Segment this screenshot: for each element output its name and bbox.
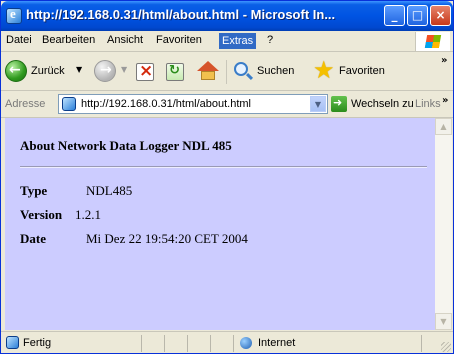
- info-value: Mi Dez 22 19:54:20 CET 2004: [86, 231, 248, 246]
- home-icon-base: [201, 71, 215, 80]
- minimize-button[interactable]: _: [384, 5, 405, 26]
- info-value: NDL485: [86, 183, 133, 198]
- menu-extras[interactable]: Extras: [219, 33, 257, 49]
- status-separator: [187, 335, 188, 352]
- search-icon[interactable]: [234, 62, 248, 76]
- title-bar[interactable]: http://192.168.0.31/html/about.html - Mi…: [1, 1, 453, 31]
- maximize-button[interactable]: □: [407, 5, 428, 26]
- back-dropdown-icon[interactable]: ▼: [76, 65, 82, 74]
- go-button-label[interactable]: Wechseln zu: [351, 98, 414, 110]
- status-separator: [141, 335, 142, 352]
- status-separator: [421, 335, 422, 352]
- info-key: Type: [20, 183, 48, 198]
- browser-window: http://192.168.0.31/html/about.html - Mi…: [0, 0, 454, 354]
- favorites-button-label[interactable]: Favoriten: [339, 65, 385, 77]
- info-key: Date: [20, 231, 46, 246]
- address-label: Adresse: [5, 98, 46, 110]
- toolbar: ← Zurück ▼ → ▼ Suchen ★ Favoriten »: [1, 52, 453, 91]
- internet-zone-globe-icon: [240, 337, 252, 349]
- status-separator: [233, 335, 234, 352]
- vertical-scrollbar[interactable]: ▲ ▼: [435, 118, 452, 330]
- address-url[interactable]: http://192.168.0.31/html/about.html: [81, 98, 251, 110]
- info-key: Version: [20, 207, 63, 222]
- refresh-icon[interactable]: [166, 63, 184, 81]
- go-arrow-icon[interactable]: [331, 96, 347, 112]
- menu-datei[interactable]: Datei: [6, 34, 32, 46]
- status-text: Fertig: [23, 337, 52, 349]
- address-input[interactable]: http://192.168.0.31/html/about.html ▼: [58, 94, 328, 114]
- favorites-star-icon[interactable]: ★: [313, 56, 335, 84]
- forward-dropdown-icon[interactable]: ▼: [121, 65, 127, 74]
- back-button-label[interactable]: Zurück: [31, 65, 65, 77]
- info-row-type: Type NDL485: [20, 183, 132, 199]
- page-content: About Network Data Logger NDL 485 Type N…: [5, 118, 435, 330]
- status-separator: [210, 335, 211, 352]
- scroll-down-icon[interactable]: ▼: [435, 313, 452, 330]
- close-button[interactable]: ×: [430, 5, 451, 26]
- toolbar-more-chevron-icon[interactable]: »: [441, 55, 447, 66]
- status-bar: Fertig Internet: [1, 331, 453, 353]
- status-separator: [164, 335, 165, 352]
- security-zone-label: Internet: [258, 337, 296, 349]
- info-value: 1.2.1: [75, 207, 101, 222]
- toolbar-separator: [226, 60, 227, 84]
- address-dropdown-icon[interactable]: ▼: [310, 96, 326, 112]
- back-arrow-icon[interactable]: ←: [5, 60, 27, 82]
- info-row-version: Version 1.2.1: [20, 207, 101, 223]
- info-row-date: Date Mi Dez 22 19:54:20 CET 2004: [20, 231, 248, 247]
- menu-ansicht[interactable]: Ansicht: [107, 34, 143, 46]
- scroll-up-icon[interactable]: ▲: [435, 118, 452, 135]
- home-icon[interactable]: [197, 61, 219, 71]
- page-icon: [62, 97, 76, 111]
- resize-grip-icon[interactable]: [441, 342, 451, 352]
- forward-arrow-icon[interactable]: →: [94, 60, 116, 82]
- menu-bar: Datei Bearbeiten Ansicht Favoriten Extra…: [1, 31, 453, 52]
- page-done-icon: [6, 336, 19, 349]
- horizontal-rule: [20, 166, 427, 168]
- window-title: http://192.168.0.31/html/about.html - Mi…: [26, 7, 336, 22]
- menu-favoriten[interactable]: Favoriten: [156, 34, 202, 46]
- address-bar: Adresse http://192.168.0.31/html/about.h…: [1, 91, 453, 118]
- menu-bearbeiten[interactable]: Bearbeiten: [42, 34, 95, 46]
- page-heading: About Network Data Logger NDL 485: [20, 138, 232, 153]
- stop-icon[interactable]: [136, 61, 154, 81]
- search-button-label[interactable]: Suchen: [257, 65, 294, 77]
- windows-logo-icon: [415, 32, 450, 51]
- internet-explorer-icon: [6, 6, 22, 24]
- menu-help[interactable]: ?: [267, 34, 273, 46]
- links-more-chevron-icon[interactable]: »: [442, 95, 448, 106]
- links-label[interactable]: Links: [415, 98, 441, 110]
